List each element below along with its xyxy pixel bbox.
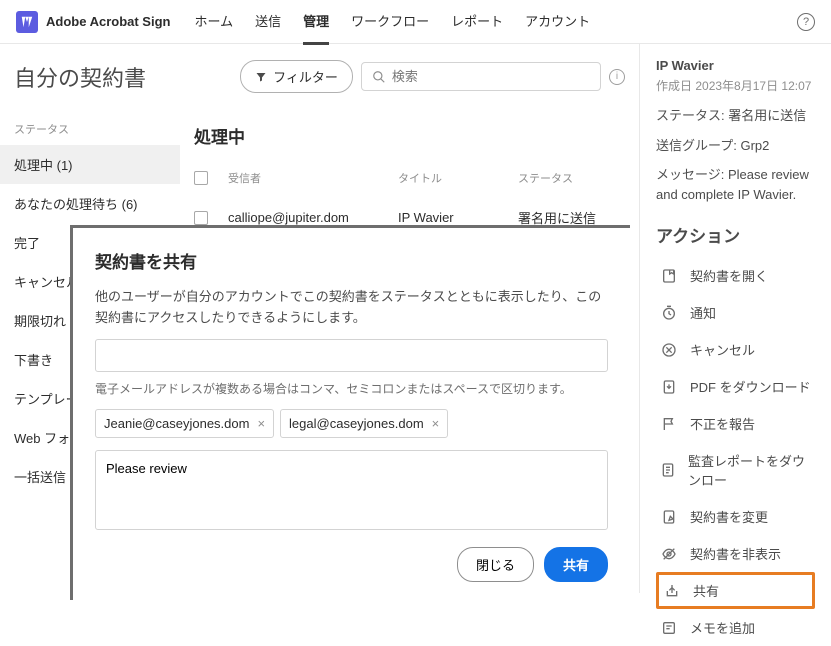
- email-input[interactable]: [95, 339, 608, 372]
- action-remind[interactable]: 通知: [656, 294, 815, 331]
- hide-icon: [660, 545, 678, 563]
- nav-workflow[interactable]: ワークフロー: [351, 0, 429, 45]
- action-modify[interactable]: 契約書を変更: [656, 498, 815, 535]
- modal-hint: 電子メールアドレスが複数ある場合はコンマ、セミコロンまたはスペースで区切ります。: [95, 380, 608, 397]
- table-header: 受信者 タイトル ステータス: [194, 162, 639, 194]
- share-modal: 契約書を共有 他のユーザーが自分のアカウントでこの契約書をステータスとともに表示…: [73, 228, 630, 600]
- nav-links: ホーム 送信 管理 ワークフロー レポート アカウント: [194, 0, 590, 45]
- row-checkbox[interactable]: [194, 211, 208, 225]
- action-download-pdf[interactable]: PDF をダウンロード: [656, 368, 815, 405]
- action-label: PDF をダウンロード: [690, 377, 811, 396]
- share-icon: [663, 582, 681, 600]
- modify-icon: [660, 508, 678, 526]
- cancel-icon: [660, 341, 678, 359]
- open-icon: [660, 267, 678, 285]
- note-icon: [660, 619, 678, 637]
- nav-send[interactable]: 送信: [255, 0, 281, 45]
- action-hide[interactable]: 契約書を非表示: [656, 535, 815, 572]
- close-button[interactable]: 閉じる: [457, 547, 534, 582]
- action-share[interactable]: 共有: [656, 572, 815, 609]
- nav-home[interactable]: ホーム: [194, 0, 233, 45]
- page-title: 自分の契約書: [14, 61, 232, 93]
- details-panel: IP Wavier 作成日 2023年8月17日 12:07 ステータス: 署名…: [640, 44, 831, 593]
- filter-label: フィルター: [273, 67, 338, 86]
- header-title: タイトル: [398, 170, 518, 186]
- actions-title: アクション: [656, 222, 815, 247]
- info-icon[interactable]: i: [609, 69, 625, 85]
- nav-account[interactable]: アカウント: [525, 0, 590, 45]
- email-chips: Jeanie@caseyjones.dom × legal@caseyjones…: [95, 409, 608, 438]
- action-note[interactable]: メモを追加: [656, 609, 815, 646]
- flag-icon: [660, 415, 678, 433]
- row-recipient: calliope@jupiter.dom: [228, 210, 398, 225]
- action-label: 不正を報告: [690, 414, 755, 433]
- clock-icon: [660, 304, 678, 322]
- audit-icon: [660, 461, 676, 479]
- modal-description: 他のユーザーが自分のアカウントでこの契約書をステータスとともに表示したり、この契…: [95, 287, 608, 329]
- modal-title: 契約書を共有: [95, 248, 608, 273]
- sidebar-item-in-progress[interactable]: 処理中 (1): [0, 145, 180, 184]
- action-label: 通知: [690, 303, 716, 322]
- top-nav: Adobe Acrobat Sign ホーム 送信 管理 ワークフロー レポート…: [0, 0, 831, 44]
- details-title: IP Wavier: [656, 58, 815, 73]
- modal-backdrop: 契約書を共有 他のユーザーが自分のアカウントでこの契約書をステータスとともに表示…: [70, 225, 630, 600]
- header-recipient: 受信者: [228, 170, 398, 186]
- row-title: IP Wavier: [398, 210, 518, 225]
- action-label: 監査レポートをダウンロー: [688, 451, 811, 489]
- brand-name: Adobe Acrobat Sign: [46, 14, 170, 29]
- share-button[interactable]: 共有: [544, 547, 608, 582]
- action-label: メモを追加: [690, 618, 755, 637]
- action-label: 契約書を変更: [690, 507, 768, 526]
- nav-report[interactable]: レポート: [451, 0, 503, 45]
- action-cancel[interactable]: キャンセル: [656, 331, 815, 368]
- action-audit[interactable]: 監査レポートをダウンロー: [656, 442, 815, 498]
- details-created: 作成日 2023年8月17日 12:07: [656, 77, 815, 94]
- header-status: ステータス: [518, 170, 639, 186]
- sidebar-item-waiting[interactable]: あなたの処理待ち (6): [0, 184, 180, 223]
- filter-button[interactable]: フィルター: [240, 60, 353, 93]
- action-label: キャンセル: [690, 340, 755, 359]
- action-label: 契約書を非表示: [690, 544, 781, 563]
- action-open[interactable]: 契約書を開く: [656, 257, 815, 294]
- sidebar-label: ステータス: [0, 117, 180, 145]
- action-label: 共有: [693, 581, 719, 600]
- search-input[interactable]: [392, 69, 590, 84]
- search-icon: [372, 70, 386, 84]
- chip-remove-icon[interactable]: ×: [432, 416, 440, 431]
- download-icon: [660, 378, 678, 396]
- funnel-icon: [255, 71, 267, 83]
- email-chip: legal@caseyjones.dom ×: [280, 409, 448, 438]
- chip-remove-icon[interactable]: ×: [257, 416, 265, 431]
- action-label: 契約書を開く: [690, 266, 768, 285]
- nav-manage[interactable]: 管理: [303, 0, 329, 45]
- help-icon[interactable]: ?: [797, 13, 815, 31]
- section-title: 処理中: [194, 117, 639, 162]
- message-textarea[interactable]: [95, 450, 608, 530]
- email-chip: Jeanie@caseyjones.dom ×: [95, 409, 274, 438]
- select-all-checkbox[interactable]: [194, 171, 208, 185]
- app-logo-icon: [16, 11, 38, 33]
- search-box[interactable]: [361, 62, 601, 91]
- action-report[interactable]: 不正を報告: [656, 405, 815, 442]
